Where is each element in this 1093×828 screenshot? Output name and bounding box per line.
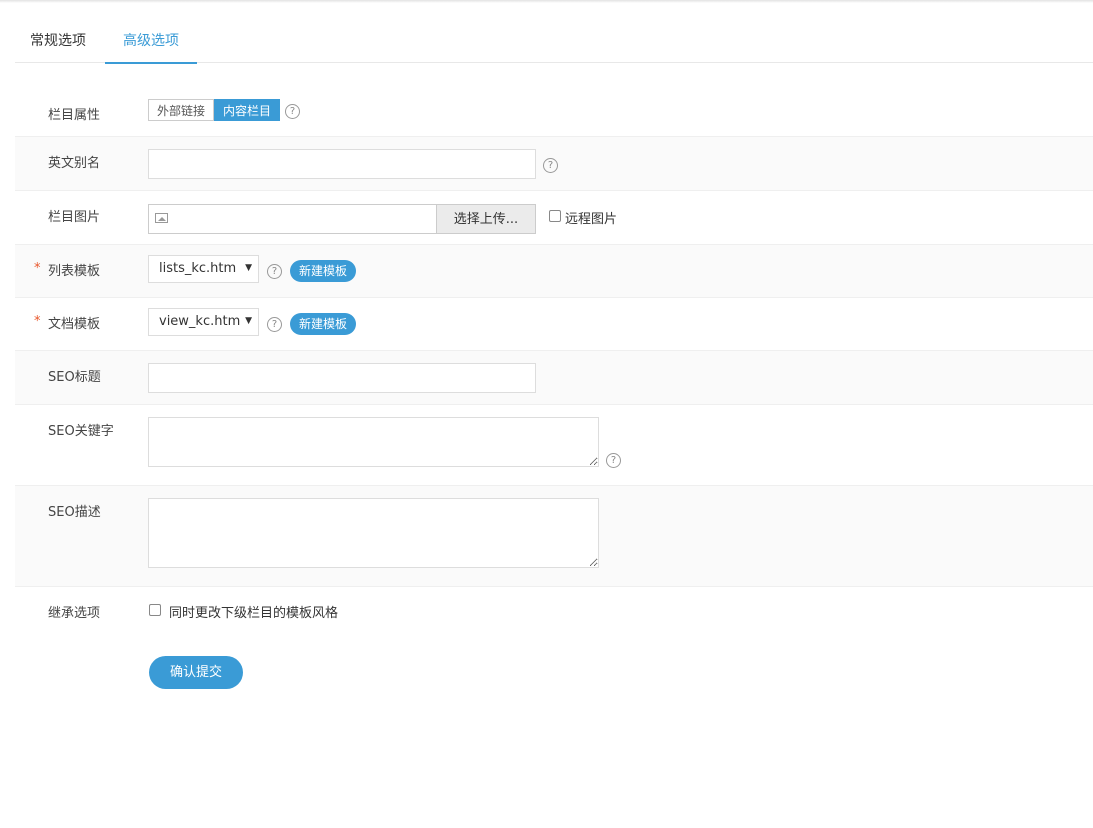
row-image: 栏目图片 选择上传... 远程图片 bbox=[15, 191, 1093, 245]
help-icon[interactable]: ? bbox=[606, 453, 621, 468]
new-list-template-button[interactable]: 新建模板 bbox=[290, 260, 357, 282]
doc-template-select[interactable]: view_kc.htm ▼ bbox=[148, 308, 259, 336]
remote-image-checkbox[interactable] bbox=[549, 210, 561, 222]
doc-template-value: view_kc.htm bbox=[159, 314, 241, 329]
seo-keywords-label: SEO关键字 bbox=[48, 424, 114, 439]
alias-label: 英文别名 bbox=[48, 156, 101, 171]
inherit-checkbox-label: 同时更改下级栏目的模板风格 bbox=[169, 606, 339, 621]
row-alias: 英文别名 ? bbox=[15, 137, 1093, 191]
seo-title-label: SEO标题 bbox=[48, 370, 101, 385]
required-mark: * bbox=[34, 314, 41, 329]
attr-option-content[interactable]: 内容栏目 bbox=[214, 99, 281, 121]
upload-button[interactable]: 选择上传... bbox=[436, 205, 535, 233]
inherit-checkbox[interactable] bbox=[149, 604, 161, 616]
row-doc-template: * 文档模板 view_kc.htm ▼ ? 新建模板 bbox=[15, 298, 1093, 351]
chevron-down-icon: ▼ bbox=[245, 263, 252, 273]
help-icon[interactable]: ? bbox=[267, 264, 282, 279]
submit-button[interactable]: 确认提交 bbox=[149, 656, 243, 689]
doc-template-label: 文档模板 bbox=[48, 317, 101, 332]
remote-image-label: 远程图片 bbox=[565, 212, 618, 227]
seo-desc-label: SEO描述 bbox=[48, 505, 101, 520]
list-template-select[interactable]: lists_kc.htm ▼ bbox=[148, 255, 259, 283]
help-icon[interactable]: ? bbox=[267, 317, 282, 332]
image-upload-field[interactable]: 选择上传... bbox=[148, 204, 536, 234]
row-inherit: 继承选项 同时更改下级栏目的模板风格 bbox=[15, 587, 1093, 635]
attr-option-external[interactable]: 外部链接 bbox=[148, 99, 215, 121]
list-template-label: 列表模板 bbox=[48, 264, 101, 279]
image-label: 栏目图片 bbox=[48, 210, 101, 225]
alias-input[interactable] bbox=[148, 149, 536, 179]
row-seo-desc: SEO描述 bbox=[15, 486, 1093, 587]
seo-title-input[interactable] bbox=[148, 363, 536, 393]
inherit-label: 继承选项 bbox=[48, 606, 101, 621]
help-icon[interactable]: ? bbox=[543, 158, 558, 173]
row-attr: 栏目属性 外部链接 内容栏目 ? bbox=[15, 90, 1093, 137]
list-template-value: lists_kc.htm bbox=[159, 261, 237, 276]
tab-general[interactable]: 常规选项 bbox=[30, 22, 86, 62]
tab-bar: 常规选项 高级选项 bbox=[15, 22, 1093, 64]
attr-segmented: 外部链接 内容栏目 bbox=[148, 99, 281, 121]
help-icon[interactable]: ? bbox=[285, 104, 300, 119]
new-doc-template-button[interactable]: 新建模板 bbox=[290, 313, 357, 335]
seo-desc-textarea[interactable] bbox=[148, 498, 599, 568]
required-mark: * bbox=[34, 261, 41, 276]
chevron-down-icon: ▼ bbox=[245, 316, 252, 326]
seo-keywords-textarea[interactable] bbox=[148, 417, 599, 467]
image-icon bbox=[155, 213, 168, 223]
row-list-template: * 列表模板 lists_kc.htm ▼ ? 新建模板 bbox=[15, 245, 1093, 298]
top-shadow bbox=[0, 0, 1093, 3]
attr-label: 栏目属性 bbox=[48, 108, 101, 123]
row-seo-keywords: SEO关键字 ? bbox=[15, 405, 1093, 486]
tab-advanced[interactable]: 高级选项 bbox=[105, 22, 197, 64]
row-seo-title: SEO标题 bbox=[15, 351, 1093, 405]
